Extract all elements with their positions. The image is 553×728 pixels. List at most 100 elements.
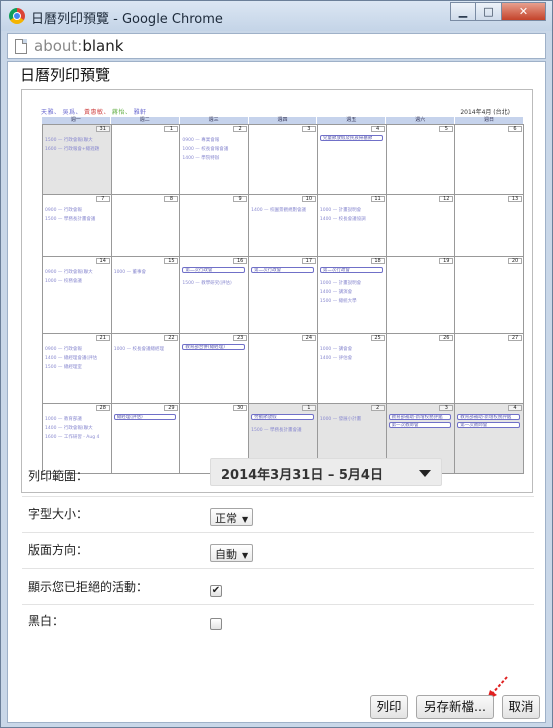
calendar-grid: 週一 週二 週三 週四 週五 週六 週日 31 1500 — 行政會報(聯大 1600 — 行政… [42,117,524,475]
calendar-day[interactable]: 10 1400 — 校園景觀規劃會議 [249,195,318,257]
timed-event[interactable]: 1600 — 工作研習 - Aug 4 [45,434,99,440]
legend-item: 天雅、 [41,109,61,116]
allday-event[interactable]: 第二次行政會 [251,267,314,273]
calendar-day[interactable]: 31 1500 — 行政會報(聯大 1600 — 行政報會+總週題 [43,125,112,195]
allday-event[interactable]: 教育部補助-新增校務評鑑 [388,414,452,420]
cancel-button[interactable]: 取消 [502,695,540,719]
calendar-day[interactable]: 25 1000 — 講會會 1400 — 評估會 [317,334,387,404]
allday-event[interactable]: 教育部合併(總經理) [182,344,246,350]
legend-item: 黃惠敏、 [84,109,111,116]
timed-event[interactable]: 1400 — 校長會議協調 [320,216,366,222]
allday-event[interactable]: 第二次行政會 [182,267,246,273]
calendar-day[interactable]: 23 教育部合併(總經理) [180,334,250,404]
calendar-day[interactable]: 9 [180,195,250,257]
day-number: 7 [95,196,110,202]
print-button[interactable]: 列印 [370,695,408,719]
timed-event[interactable]: 1000 — 校務會議 [45,278,82,284]
calendar-day[interactable]: 11 1000 — 計畫說明會 1400 — 校長會議協調 [317,195,387,257]
calendar-weeks: 31 1500 — 行政會報(聯大 1600 — 行政報會+總週題 1 2 0900 — … [42,124,524,474]
timed-event[interactable]: 1000 — 教育部議 [45,416,82,422]
title-bar[interactable]: 日曆列印預覽 - Google Chrome ▁ □ ✕ [1,1,552,31]
timed-event[interactable]: 1500 — 總經理室 [45,364,82,370]
calendar-day[interactable]: 15 1000 — 董事會 [111,257,181,334]
timed-event[interactable]: 1500 — 行政會報(聯大 [45,137,93,143]
timed-event[interactable]: 1400 — 總經理會議(評估 [45,355,97,361]
timed-event[interactable]: 0900 — 行政會報 [45,207,82,213]
timed-event[interactable]: 1000 — 計畫說明會 [320,207,361,213]
timed-event[interactable]: 1000 — 校長會議總經理 [114,346,164,352]
timed-event[interactable]: 1000 — 計畫說明會 [320,280,361,286]
timed-event[interactable]: 0900 — 行政會報 [45,346,82,352]
day-number: 4 [370,126,385,132]
address-bar[interactable]: about:blank [7,33,546,59]
allday-event[interactable]: 教育部補助-新增校務評鑑 [457,414,520,420]
bw-checkbox[interactable] [210,618,222,630]
select-arrow-icon: ▼ [242,515,249,524]
calendar-day[interactable]: 5 [386,125,456,195]
allday-event[interactable]: 總經理(評估) [113,414,177,420]
timed-event[interactable]: 1600 — 行政報會+總週題 [45,146,99,152]
timed-event[interactable]: 1400 — 行政會報(聯大 [45,425,93,431]
page-content: 日曆列印預覽 天雅、 吳爲、 黃惠敏、 蔣怡、 雅軒 2014年4月 (台北) 週一 週二… [7,61,546,723]
day-number: 15 [164,258,179,264]
allday-event[interactable]: 第一次教師會 [388,422,452,428]
timed-event[interactable]: 1500 — 教學研究(評估) [182,280,231,286]
calendar-day[interactable]: 1 [111,125,181,195]
calendar-day[interactable]: 8 [111,195,181,257]
timed-event[interactable]: 1500 — 總統大學 [320,298,357,304]
day-number: 17 [301,258,316,264]
calendar-day[interactable]: 17 第二次行政會 [249,257,318,334]
calendar-day[interactable]: 24 [249,334,318,404]
maximize-icon[interactable]: □ [476,2,502,21]
font-size-select[interactable]: 正常 ▼ [210,508,254,526]
timed-event[interactable]: 1000 — 講會會 [320,346,352,352]
weekday-label: 週六 [386,117,456,124]
declined-checkbox[interactable]: ✔ [210,585,222,597]
close-icon[interactable]: ✕ [502,2,546,21]
day-number: 23 [233,335,248,341]
date-range-select[interactable]: 2014年3月31日 – 5月4日 [210,458,442,486]
allday-event[interactable]: 第一次教師會 [457,422,520,428]
calendar-day[interactable]: 4 兒童節放假及民族掃墓節 [317,125,387,195]
calendar-day[interactable]: 18 第二次行政會 1000 — 計畫說明會 1400 — 講演會 1500 — 總統大… [317,257,387,334]
day-number: 27 [508,335,522,341]
calendar-day[interactable]: 14 0900 — 行政會報(聯大 1000 — 校務會議 [43,257,112,334]
timed-event[interactable]: 1000 — 校長會報會議 [182,146,228,152]
minimize-icon[interactable]: ▁ [450,2,476,21]
allday-event[interactable]: 勞動節放假 [251,414,314,420]
calendar-day[interactable]: 22 1000 — 校長會議總經理 [111,334,181,404]
day-number: 25 [370,335,385,341]
timed-event[interactable]: 1400 — 學院特辦 [182,155,219,161]
font-size-row: 字型大小： 正常 ▼ [22,497,534,533]
timed-event[interactable]: 1400 — 校園景觀規劃會議 [251,207,306,213]
timed-event[interactable]: 1400 — 講演會 [320,289,352,295]
calendar-day[interactable]: 21 0900 — 行政會報 1400 — 總經理會議(評估 1500 — 總經理室 [43,334,112,404]
calendar-day[interactable]: 13 [455,195,524,257]
day-number: 22 [164,335,179,341]
calendar-day[interactable]: 19 [386,257,456,334]
calendar-day[interactable]: 26 [386,334,456,404]
dropdown-arrow-icon [419,470,431,477]
calendar-day[interactable]: 27 [455,334,524,404]
day-number: 29 [164,405,179,411]
timed-event[interactable]: 1000 — 發展小計畫 [320,416,361,422]
calendar-day[interactable]: 16 第二次行政會 1500 — 教學研究(評估) [180,257,250,334]
timed-event[interactable]: 1000 — 董事會 [114,269,146,275]
timed-event[interactable]: 1500 — 學務長計畫會議 [251,427,301,433]
allday-event[interactable]: 兒童節放假及民族掃墓節 [319,135,383,141]
calendar-day[interactable]: 7 0900 — 行政會報 1500 — 學務長計畫會議 [43,195,112,257]
timed-event[interactable]: 1500 — 學務長計畫會議 [45,216,95,222]
calendar-day[interactable]: 12 [386,195,456,257]
orientation-select[interactable]: 自動 ▼ [210,544,254,562]
timed-event[interactable]: 0900 — 專業會報 [182,137,219,143]
calendar-day[interactable]: 6 [455,125,524,195]
calendar-legend: 天雅、 吳爲、 黃惠敏、 蔣怡、 雅軒 [41,107,149,116]
calendar-day[interactable]: 2 0900 — 專業會報 1000 — 校長會報會議 1400 — 學院特辦 [180,125,250,195]
save-as-button[interactable]: 另存新檔... [416,695,494,719]
calendar-day[interactable]: 20 [455,257,524,334]
calendar-day[interactable]: 3 [249,125,318,195]
allday-event[interactable]: 第二次行政會 [319,267,383,273]
url-text[interactable]: about:blank [34,37,123,55]
timed-event[interactable]: 0900 — 行政會報(聯大 [45,269,93,275]
timed-event[interactable]: 1400 — 評估會 [320,355,352,361]
